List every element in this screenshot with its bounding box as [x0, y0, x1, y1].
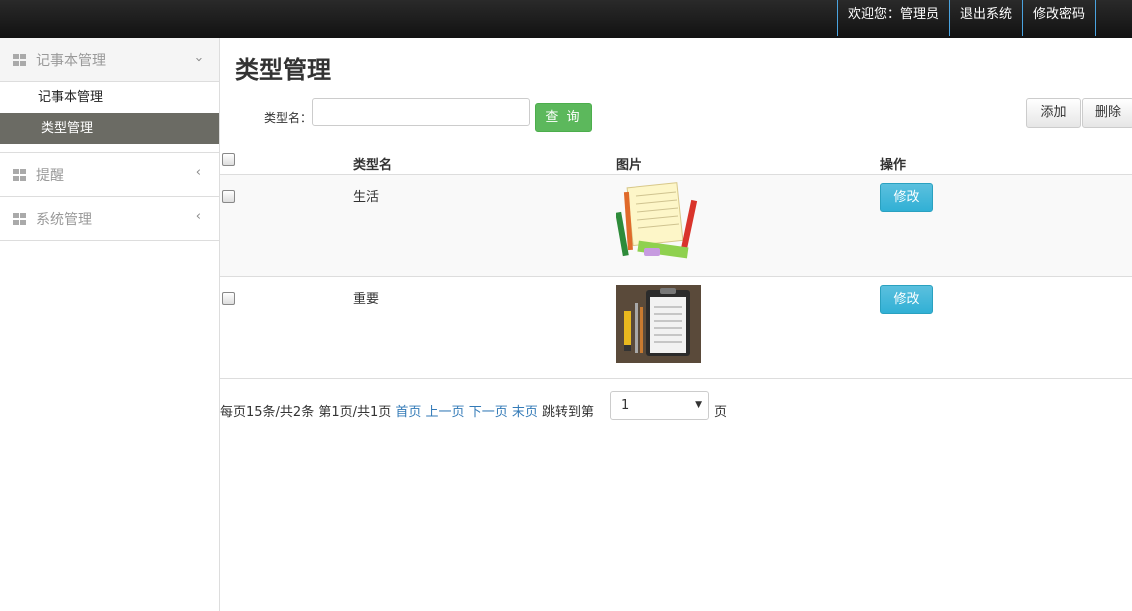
sidebar-item-notebook[interactable]: 记事本管理	[0, 82, 219, 113]
prev-page-link[interactable]: 上一页	[426, 405, 465, 420]
jump-label: 跳转到第	[542, 405, 595, 420]
column-header-action: 操作	[880, 158, 907, 173]
top-nav: 欢迎您：管理员 退出系统 修改密码	[836, 0, 1096, 36]
pager-summary: 每页15条/共2条 第1页/共1页	[220, 405, 392, 420]
page-title: 类型管理	[235, 56, 331, 84]
next-page-link[interactable]: 下一页	[469, 405, 508, 420]
grid-icon	[13, 168, 26, 181]
chevron-left-icon: ‹	[195, 209, 201, 224]
logout-link[interactable]: 退出系统	[948, 0, 1022, 36]
first-page-link[interactable]: 首页	[395, 405, 421, 420]
last-page-link[interactable]: 末页	[512, 405, 538, 420]
page-select[interactable]: 1 ▼	[610, 391, 709, 420]
chevron-left-icon: ‹	[195, 165, 201, 180]
table-row: 生活 修改	[220, 175, 1132, 277]
pagination: 每页15条/共2条 第1页/共1页 首页 上一页 下一页 末页 跳转到第	[220, 401, 594, 420]
sidebar-item-type-management[interactable]: 类型管理	[0, 113, 219, 144]
row-checkbox[interactable]	[222, 292, 235, 305]
sidebar-group-label: 系统管理	[36, 211, 92, 228]
sidebar-group-notebook[interactable]: 记事本管理 ›	[0, 38, 219, 82]
column-header-image: 图片	[616, 158, 643, 173]
column-header-type-name: 类型名	[353, 158, 393, 173]
stationery-icon	[615, 182, 701, 260]
dropdown-arrow-icon: ▼	[695, 400, 702, 410]
welcome-text: 欢迎您：管理员	[836, 0, 949, 36]
row-checkbox[interactable]	[222, 190, 235, 203]
table-row: 重要 修改	[220, 277, 1132, 379]
sidebar-group-reminder[interactable]: 提醒 ‹	[0, 153, 219, 197]
type-name-cell: 生活	[353, 190, 380, 205]
delete-button[interactable]: 删除	[1082, 98, 1132, 128]
sidebar: 记事本管理 › 记事本管理 类型管理 提醒 ‹ 系统管理 ‹	[0, 38, 220, 611]
edit-button[interactable]: 修改	[880, 285, 933, 314]
page-unit-label: 页	[714, 405, 728, 420]
main-content: 类型管理 类型名： 查 询 添加 删除 类型名 图片 操作 生活 修改 重要 修…	[220, 38, 1132, 611]
top-bar: 欢迎您：管理员 退出系统 修改密码	[0, 0, 1132, 38]
query-button[interactable]: 查 询	[535, 103, 592, 132]
edit-button[interactable]: 修改	[880, 183, 933, 212]
grid-icon	[13, 212, 26, 225]
select-all-checkbox[interactable]	[222, 153, 235, 166]
grid-icon	[13, 53, 26, 66]
page-select-value: 1	[621, 398, 630, 413]
add-button[interactable]: 添加	[1026, 98, 1081, 128]
change-password-link[interactable]: 修改密码	[1021, 0, 1096, 36]
sidebar-group-system[interactable]: 系统管理 ‹	[0, 197, 219, 241]
type-name-cell: 重要	[353, 292, 380, 307]
table-header: 类型名 图片 操作	[220, 144, 1132, 175]
sidebar-submenu: 记事本管理 类型管理	[0, 82, 219, 153]
clipboard-icon	[616, 285, 701, 363]
sidebar-group-label: 提醒	[36, 167, 64, 184]
sidebar-group-label: 记事本管理	[36, 52, 106, 69]
type-name-input[interactable]	[312, 98, 530, 126]
search-label: 类型名：	[264, 111, 313, 125]
chevron-down-icon: ›	[190, 56, 206, 63]
